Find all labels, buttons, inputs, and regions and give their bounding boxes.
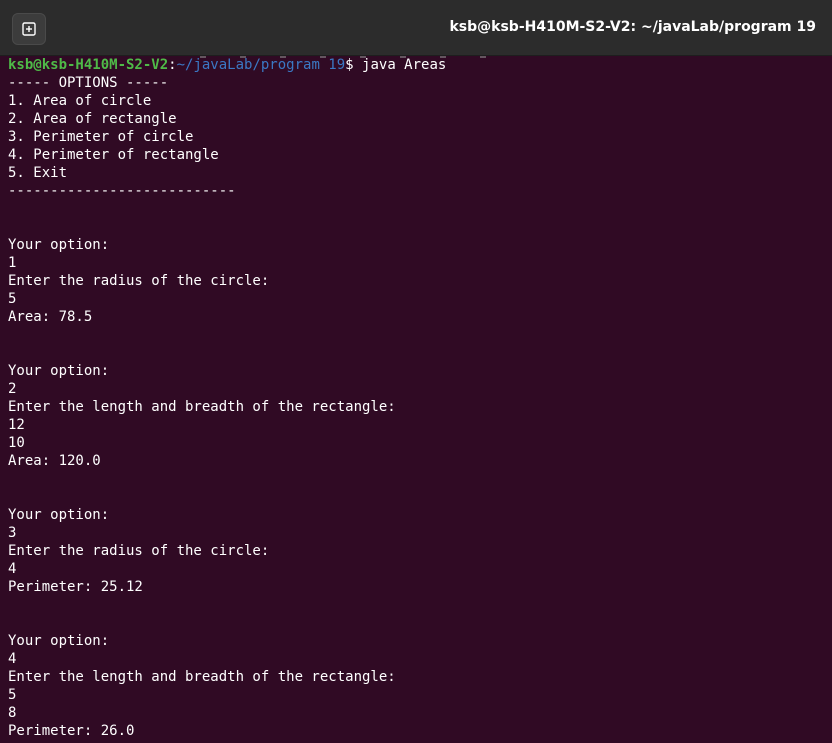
output-line: Your option:: [8, 507, 110, 523]
output-line: 4: [8, 561, 17, 577]
output-lines: ----- OPTIONS ----- 1. Area of circle 2. A…: [8, 74, 824, 740]
output-line: Perimeter: 25.12: [8, 579, 143, 595]
output-line: 2. Area of rectangle: [8, 111, 177, 127]
output-line: Enter the length and breadth of the rect…: [8, 669, 396, 685]
terminal-output[interactable]: ksb@ksb-H410M-S2-V2:~/javaLab/program 19…: [0, 56, 832, 743]
prompt-user-host: ksb@ksb-H410M-S2-V2: [8, 57, 169, 73]
output-line: ----- OPTIONS -----: [8, 75, 169, 91]
output-line: Enter the radius of the circle:: [8, 543, 270, 559]
output-line: 4: [8, 651, 17, 667]
output-line: 10: [8, 435, 25, 451]
prompt-dollar: $: [345, 57, 363, 73]
new-tab-icon: [22, 22, 36, 36]
output-line: 5. Exit: [8, 165, 68, 181]
prompt-command: java Areas: [362, 57, 447, 73]
title-bar: ksb@ksb-H410M-S2-V2: ~/javaLab/program 1…: [0, 0, 832, 56]
output-line: 5: [8, 687, 17, 703]
output-line: 1. Area of circle: [8, 93, 152, 109]
output-line: 3: [8, 525, 17, 541]
output-line: Area: 78.5: [8, 309, 93, 325]
prompt-line: ksb@ksb-H410M-S2-V2:~/javaLab/program 19…: [8, 56, 824, 74]
output-line: 8: [8, 705, 17, 721]
output-line: Perimeter: 26.0: [8, 723, 135, 739]
output-line: Enter the radius of the circle:: [8, 273, 270, 289]
output-line: 3. Perimeter of circle: [8, 129, 194, 145]
output-line: Area: 120.0: [8, 453, 101, 469]
output-line: ---------------------------: [8, 183, 236, 199]
output-line: Your option:: [8, 237, 110, 253]
output-line: Your option:: [8, 363, 110, 379]
output-line: 5: [8, 291, 17, 307]
output-line: 12: [8, 417, 25, 433]
prompt-path: ~/javaLab/program 19: [176, 57, 346, 73]
output-line: Your option:: [8, 633, 110, 649]
new-tab-button[interactable]: [12, 13, 46, 45]
output-line: 1: [8, 255, 17, 271]
window-title: ksb@ksb-H410M-S2-V2: ~/javaLab/program 1…: [449, 19, 816, 35]
scrolled-text-remnant: [200, 56, 500, 58]
terminal-window: ksb@ksb-H410M-S2-V2: ~/javaLab/program 1…: [0, 0, 832, 743]
prompt-colon: :: [168, 57, 177, 73]
output-line: 2: [8, 381, 17, 397]
output-line: Enter the length and breadth of the rect…: [8, 399, 396, 415]
output-line: 4. Perimeter of rectangle: [8, 147, 219, 163]
